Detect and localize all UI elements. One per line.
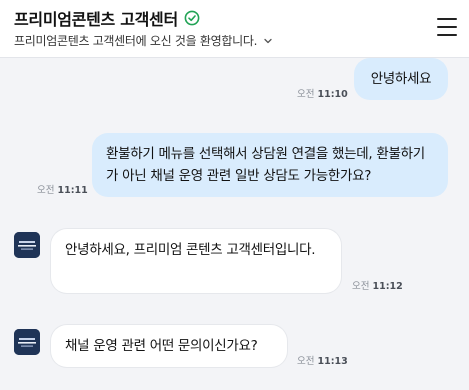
chat-header: 프리미엄콘텐츠 고객센터 프리미엄콘텐츠 고객센터에 오신 것을 환영합니다. (0, 0, 469, 58)
title-row: 프리미엄콘텐츠 고객센터 (14, 6, 200, 30)
agent-message-bubble: 안녕하세요, 프리미엄 콘텐츠 고객센터입니다. (51, 229, 341, 293)
timestamp-ampm: 오전 (37, 185, 55, 196)
timestamp-ampm: 오전 (297, 356, 315, 367)
subtitle-dropdown[interactable]: 프리미엄콘텐츠 고객센터에 오신 것을 환영합니다. (14, 32, 273, 49)
user-message-bubble: 안녕하세요 (354, 58, 448, 100)
agent-avatar (14, 329, 40, 355)
message-text: 안녕하세요, 프리미엄 콘텐츠 고객센터입니다. (65, 242, 316, 258)
channel-title: 프리미엄콘텐츠 고객센터 (14, 10, 178, 29)
channel-subtitle: 프리미엄콘텐츠 고객센터에 오신 것을 환영합니다. (14, 34, 258, 48)
agent-avatar (14, 232, 40, 258)
timestamp-time: 11:11 (57, 185, 88, 196)
check-circle-icon (184, 10, 200, 26)
timestamp-time: 11:12 (372, 281, 403, 292)
agent-message-bubble: 채널 운영 관련 어떤 문의이신가요? (51, 325, 287, 367)
timestamp-ampm: 오전 (297, 89, 315, 100)
premium-logo-icon (14, 329, 40, 355)
user-message-bubble: 환불하기 메뉴를 선택해서 상담원 연결을 했는데, 환불하기가 아닌 채널 운… (92, 133, 448, 197)
timestamp-ampm: 오전 (352, 281, 370, 292)
message-text: 안녕하세요 (370, 71, 432, 87)
timestamp-time: 11:13 (317, 356, 348, 367)
timestamp-time: 11:10 (317, 89, 348, 100)
message-text: 채널 운영 관련 어떤 문의이신가요? (65, 338, 258, 354)
message-timestamp: 오전 11:11 (37, 182, 88, 196)
message-text: 환불하기 메뉴를 선택해서 상담원 연결을 했는데, 환불하기가 아닌 채널 운… (106, 146, 425, 184)
chevron-down-icon (264, 38, 272, 43)
message-timestamp: 오전 11:10 (297, 86, 348, 100)
hamburger-menu-icon[interactable] (437, 18, 457, 36)
message-timestamp: 오전 11:12 (352, 278, 403, 292)
message-timestamp: 오전 11:13 (297, 353, 348, 367)
premium-logo-icon (14, 232, 40, 258)
